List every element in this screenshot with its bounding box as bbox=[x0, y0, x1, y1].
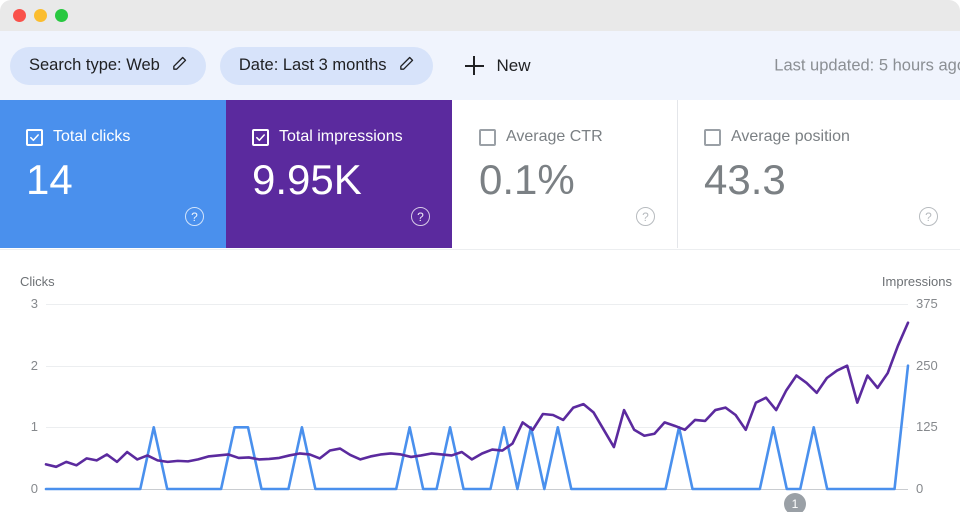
window-titlebar bbox=[0, 0, 960, 31]
metric-card-average-position[interactable]: Average position 43.3 ? bbox=[677, 100, 960, 248]
help-icon[interactable]: ? bbox=[636, 207, 655, 226]
chart-series-impressions bbox=[44, 321, 910, 469]
chart-annotation-badge[interactable]: 1 bbox=[784, 493, 806, 512]
metric-card-header: Average position bbox=[704, 128, 960, 146]
metric-card-header: Total clicks bbox=[26, 128, 226, 146]
total-impressions-label: Total impressions bbox=[279, 128, 403, 145]
metric-card-header: Average CTR bbox=[479, 128, 677, 146]
new-filter-button[interactable]: New bbox=[464, 55, 531, 76]
total-clicks-label: Total clicks bbox=[53, 128, 131, 145]
metric-card-average-ctr[interactable]: Average CTR 0.1% ? bbox=[452, 100, 677, 248]
pencil-icon bbox=[398, 55, 415, 77]
help-icon[interactable]: ? bbox=[919, 207, 938, 226]
close-button[interactable] bbox=[13, 9, 26, 22]
minimize-button[interactable] bbox=[34, 9, 47, 22]
metric-cards: Total clicks 14 ? Total impressions 9.95… bbox=[0, 100, 960, 248]
app-window: Search type: Web Date: Last 3 months New… bbox=[0, 0, 960, 512]
filter-chip-search-type[interactable]: Search type: Web bbox=[10, 46, 206, 85]
average-ctr-label: Average CTR bbox=[506, 128, 603, 145]
total-clicks-value: 14 bbox=[26, 156, 73, 203]
filter-chip-date-label: Date: Last 3 months bbox=[238, 56, 387, 74]
metric-card-header: Total impressions bbox=[252, 128, 452, 146]
average-ctr-value: 0.1% bbox=[479, 156, 575, 203]
chart-plot-area bbox=[44, 321, 910, 491]
plus-icon bbox=[464, 56, 484, 75]
chart-series-clicks bbox=[44, 364, 910, 491]
average-position-label: Average position bbox=[731, 128, 850, 145]
help-icon[interactable]: ? bbox=[185, 207, 204, 226]
average-ctr-checkbox[interactable] bbox=[479, 128, 496, 146]
new-filter-label: New bbox=[496, 55, 531, 75]
metric-card-total-clicks[interactable]: Total clicks 14 ? bbox=[0, 100, 226, 248]
total-clicks-checkbox[interactable] bbox=[26, 128, 43, 146]
help-icon[interactable]: ? bbox=[411, 207, 430, 226]
filter-chip-date[interactable]: Date: Last 3 months bbox=[219, 46, 433, 85]
total-impressions-checkbox[interactable] bbox=[252, 128, 269, 146]
total-impressions-value: 9.95K bbox=[252, 156, 362, 203]
average-position-value: 43.3 bbox=[704, 156, 786, 203]
last-updated-text: Last updated: 5 hours ago bbox=[774, 56, 960, 74]
zoom-button[interactable] bbox=[55, 9, 68, 22]
filter-toolbar: Search type: Web Date: Last 3 months New… bbox=[0, 31, 960, 100]
pencil-icon bbox=[171, 55, 188, 77]
performance-chart: Clicks Impressions 3210 375 250 125 0 1 bbox=[0, 249, 960, 512]
window-controls bbox=[13, 9, 68, 22]
average-position-checkbox[interactable] bbox=[704, 128, 721, 146]
filter-chip-search-type-label: Search type: Web bbox=[29, 56, 160, 74]
metric-card-total-impressions[interactable]: Total impressions 9.95K ? bbox=[226, 100, 452, 248]
